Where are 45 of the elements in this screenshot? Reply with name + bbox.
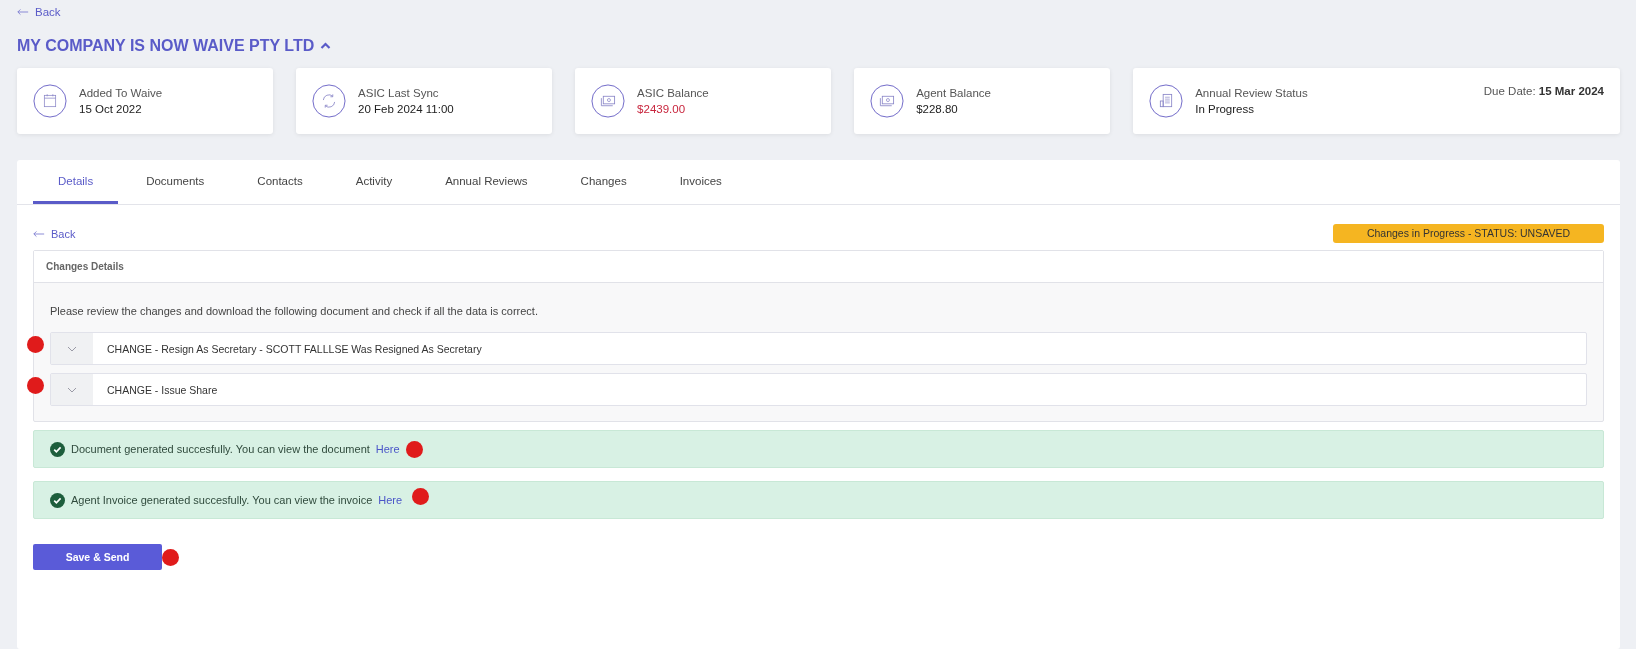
tab[interactable]: Documents [121, 160, 230, 204]
sync-icon [312, 84, 347, 118]
tab[interactable]: Activity [330, 160, 418, 204]
change-title: CHANGE - Issue Share [106, 383, 218, 396]
due-date: Due Date: 15 Mar 2024 [1483, 85, 1604, 97]
document-icon [1149, 84, 1184, 118]
card-label: ASIC Balance [637, 87, 710, 99]
alert-text: Document generated succesfully. You can view the document [71, 443, 370, 455]
tab[interactable]: Annual Reviews [420, 160, 553, 204]
description-text: Please review the changes and download the following document and check if all the data is correct. [50, 305, 539, 317]
tab[interactable]: Contacts [232, 160, 328, 204]
tab[interactable]: Details [33, 160, 119, 204]
card-label: ASIC Last Sync [358, 87, 440, 99]
section-title: Changes Details [46, 261, 124, 272]
banknote-icon [870, 84, 905, 118]
card-value: $228.80 [916, 103, 959, 115]
card-label: Added To Waive [79, 87, 164, 99]
tab[interactable]: Changes [555, 160, 652, 204]
chevron-icon [67, 386, 77, 393]
back-arrow-icon [33, 229, 45, 238]
card-value: $2439.00 [637, 103, 687, 115]
view-link[interactable]: Here [378, 494, 403, 506]
chevron-icon [67, 345, 77, 352]
check-circle-icon [50, 441, 65, 457]
tab[interactable]: Invoices [654, 160, 747, 204]
card-value: 15 Oct 2022 [79, 103, 143, 115]
card-label: Annual Review Status [1195, 87, 1309, 99]
back-arrow-icon [17, 8, 29, 16]
expand-toggle[interactable] [51, 374, 93, 405]
caret-icon[interactable] [320, 42, 332, 50]
save-send-button[interactable]: Save & Send [33, 544, 162, 570]
check-circle-icon [50, 492, 65, 508]
card-value: In Progress [1195, 103, 1255, 115]
banknote-icon [591, 84, 626, 118]
expand-toggle[interactable] [51, 333, 93, 364]
view-link[interactable]: Here [375, 443, 400, 455]
alert-text: Agent Invoice generated succesfully. You can view the invoice [71, 494, 373, 506]
company-title: MY COMPANY IS NOW WAIVE PTY LTD [17, 37, 315, 55]
calendar-icon [33, 84, 67, 118]
status-badge: Changes in Progress - STATUS: UNSAVED [1332, 224, 1604, 243]
back-link[interactable]: Back [33, 227, 76, 240]
change-title: CHANGE - Resign As Secretary - SCOTT FALLLSE Was Resigned As Secretary [106, 342, 482, 355]
back-link[interactable]: Back [17, 6, 61, 18]
card-label: Agent Balance [916, 87, 992, 99]
card-value: 20 Feb 2024 11:00 [358, 103, 455, 115]
